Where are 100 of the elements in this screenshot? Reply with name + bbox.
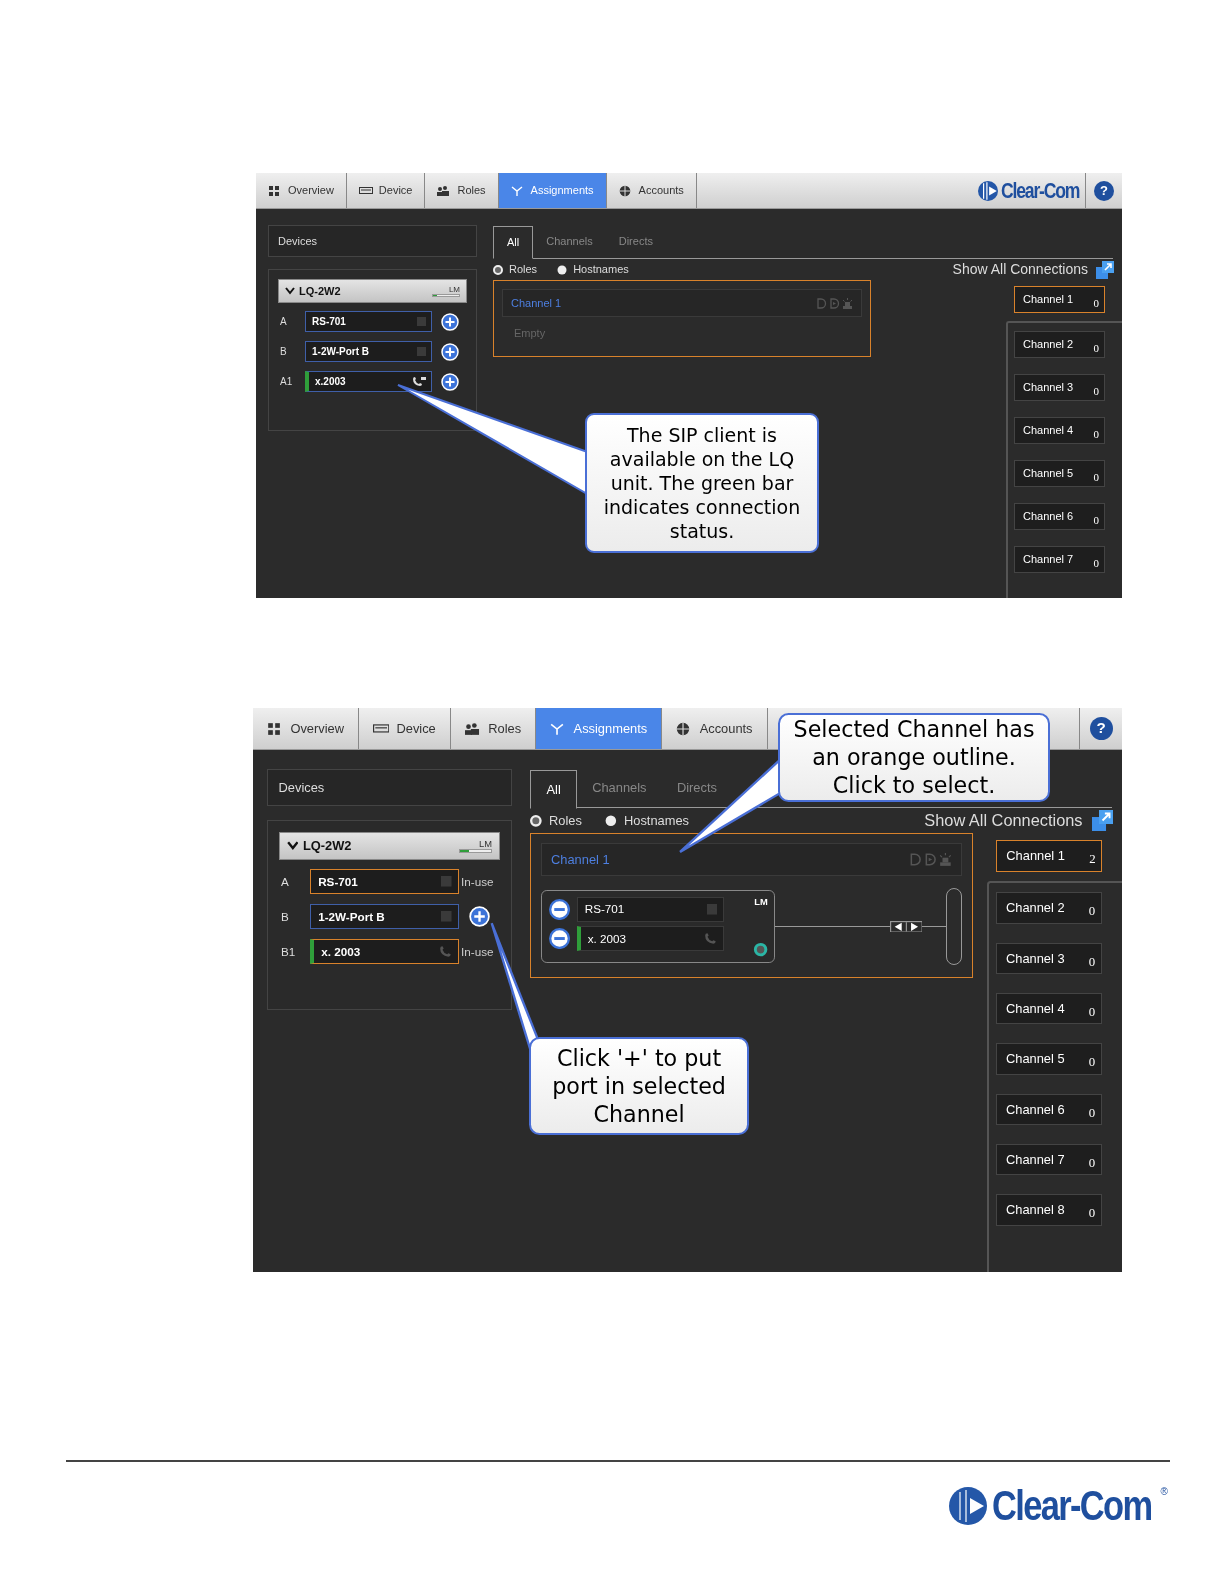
nav-tab[interactable]: Accounts — [606, 173, 697, 208]
port-field[interactable]: RS-701 — [310, 869, 459, 894]
channel-button[interactable]: Channel 1 0 — [1014, 286, 1105, 313]
square-icon — [417, 317, 426, 326]
port-field[interactable]: RS-701 — [305, 311, 432, 332]
view-tab[interactable]: All — [530, 770, 577, 809]
people-icon — [437, 184, 452, 197]
radio-button[interactable] — [557, 264, 568, 275]
remove-button[interactable] — [548, 927, 570, 949]
show-all-link[interactable]: Show All Connections — [952, 259, 1088, 280]
panel-header: Devices — [268, 225, 477, 257]
channel-button[interactable]: Channel 2 0 — [995, 892, 1103, 924]
listen-icon — [829, 297, 840, 309]
channel-count: 0 — [1088, 1104, 1096, 1122]
channel-count: 0 — [1093, 426, 1099, 442]
nav-tab[interactable]: Overview — [256, 173, 347, 208]
channel-button[interactable]: Channel 7 0 — [1014, 546, 1105, 573]
port-field[interactable]: 1-2W-Port B — [310, 904, 459, 929]
member-field: RS-701 — [576, 897, 725, 922]
callout: The SIP client is available on the LQ unit. The green bar indicates connection status. — [585, 413, 819, 553]
channel-button[interactable]: Channel 7 0 — [995, 1143, 1103, 1176]
radio-label: Hostnames — [573, 262, 629, 278]
nav-tab[interactable]: Overview — [253, 708, 360, 750]
channel-button[interactable]: Channel 5 0 — [995, 1043, 1103, 1075]
remove-button[interactable] — [548, 898, 570, 920]
channel-count: 0 — [1088, 903, 1096, 921]
channel-card[interactable]: Channel 1 RS-701 x. 2003 LM — [530, 833, 973, 978]
status-text: In-use — [461, 943, 494, 960]
radio-button[interactable] — [605, 814, 617, 827]
view-tab[interactable]: Directs — [605, 225, 666, 258]
radio-button[interactable] — [493, 264, 503, 275]
grid-icon — [268, 184, 282, 197]
phone-icon — [704, 932, 718, 945]
phone-icon — [439, 945, 452, 959]
logo-text: Clear-Com — [1001, 177, 1080, 205]
view-tab[interactable]: Channels — [576, 768, 662, 808]
talk-icon — [908, 853, 922, 867]
listen-icon — [923, 853, 937, 867]
channel-count: 0 — [1088, 1205, 1096, 1223]
radio-label: Hostnames — [623, 812, 689, 831]
nav-tab[interactable]: Device — [346, 173, 426, 208]
channel-count: 0 — [1088, 953, 1096, 971]
port-field[interactable]: 1-2W-Port B — [305, 341, 432, 362]
device-header[interactable]: LQ-2W2 LM — [278, 279, 467, 303]
channel-count: 0 — [1093, 340, 1099, 356]
nav-tab[interactable]: Device — [359, 708, 451, 750]
nav-tab[interactable]: Roles — [425, 173, 499, 208]
device-name: LQ-2W2 — [299, 283, 341, 299]
channel-title: Channel 1 — [511, 295, 562, 311]
add-button[interactable] — [469, 906, 491, 928]
channel-count: 0 — [1088, 1054, 1096, 1072]
nav-tab[interactable]: Assignments — [536, 708, 663, 750]
radio-label: Roles — [509, 262, 538, 278]
add-button[interactable] — [441, 372, 459, 391]
channel-card[interactable]: Channel 1 Empty — [493, 280, 871, 357]
channel-button[interactable]: Channel 3 0 — [995, 942, 1103, 975]
antenna-icon — [510, 184, 525, 197]
channel-button[interactable]: Channel 1 2 — [995, 840, 1103, 872]
show-all-link[interactable]: Show All Connections — [924, 808, 1083, 833]
channel-count: 0 — [1093, 512, 1099, 528]
people-icon — [464, 721, 482, 736]
talk-icon — [816, 297, 827, 309]
expand-icon — [1091, 810, 1113, 832]
help-button[interactable]: ? — [1094, 180, 1114, 201]
beacon-icon — [842, 297, 853, 309]
channel-button[interactable]: Channel 3 0 — [1014, 374, 1105, 401]
status-text: In-use — [461, 873, 494, 890]
device-icon — [373, 721, 390, 736]
view-tab[interactable]: Directs — [661, 768, 733, 808]
port-label: B1 — [279, 943, 297, 960]
square-icon — [441, 876, 452, 887]
port-label: B — [279, 345, 288, 359]
channel-button[interactable]: Channel 8 0 — [995, 1194, 1103, 1226]
port-field[interactable]: x.2003 — [305, 371, 432, 392]
device-header[interactable]: LQ-2W2 LM — [278, 831, 501, 860]
add-button[interactable] — [441, 312, 459, 331]
panel-header: Devices — [267, 768, 512, 807]
nav-tab[interactable]: Accounts — [662, 708, 768, 750]
add-button[interactable] — [441, 342, 459, 361]
channel-button[interactable]: Channel 6 0 — [995, 1093, 1103, 1126]
help-button[interactable]: ? — [1089, 716, 1113, 741]
nav-tab[interactable]: Assignments — [498, 173, 607, 208]
channel-button[interactable]: Channel 4 0 — [1014, 417, 1105, 444]
callout: Selected Channel has an orange outline. Click to select. — [778, 712, 1050, 802]
channel-button[interactable]: Channel 6 0 — [1014, 503, 1105, 530]
member-field: x. 2003 — [576, 926, 725, 951]
view-tab[interactable]: Channels — [533, 225, 606, 258]
ring-icon — [752, 941, 768, 957]
port-field[interactable]: x. 2003 — [310, 939, 459, 964]
channel-button[interactable]: Channel 2 0 — [1014, 331, 1105, 358]
channel-count: 0 — [1093, 295, 1099, 311]
view-tab[interactable]: All — [493, 226, 534, 259]
port-label: A — [279, 315, 288, 329]
channel-button[interactable]: Channel 5 0 — [1014, 460, 1105, 487]
logo-text: Clear-Com — [992, 1481, 1152, 1531]
port-label: B — [279, 908, 290, 925]
expand-icon — [1096, 260, 1114, 279]
channel-button[interactable]: Channel 4 0 — [995, 992, 1103, 1025]
channel-count: 0 — [1088, 1154, 1096, 1172]
radio-button[interactable] — [530, 814, 542, 827]
